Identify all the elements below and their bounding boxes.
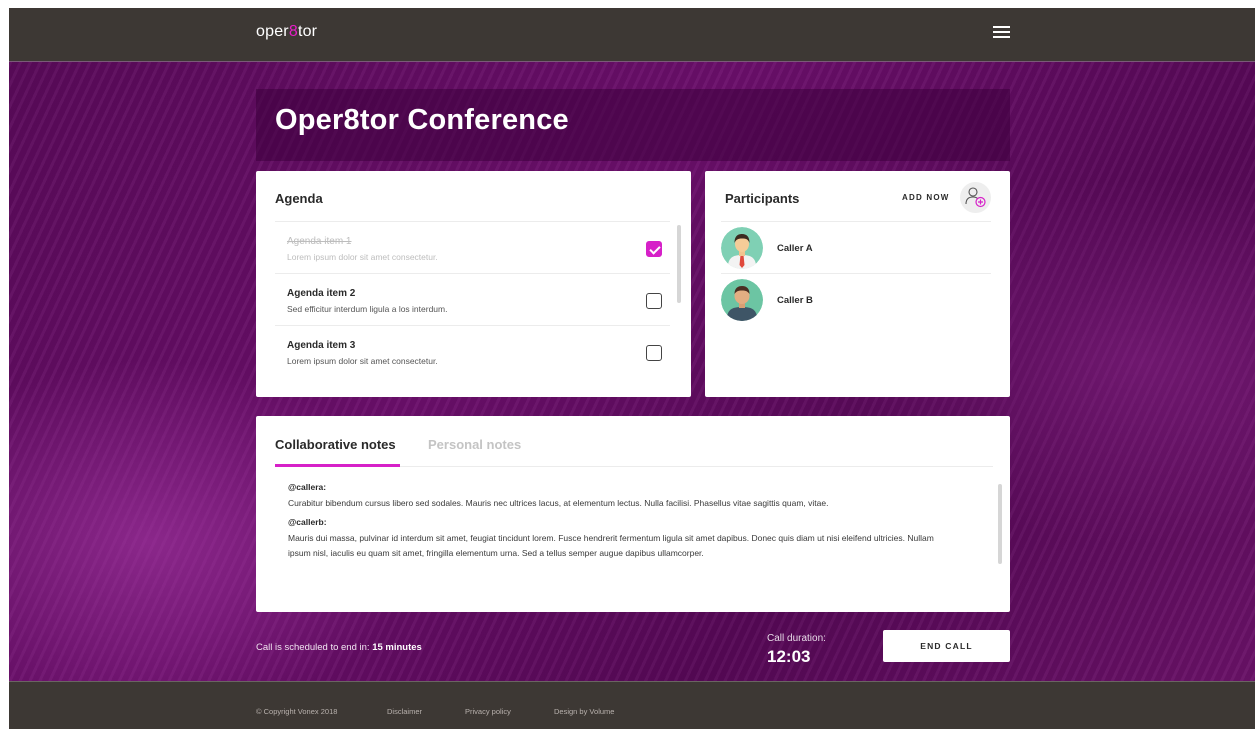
footer-design-link[interactable]: Design by Volume bbox=[554, 707, 614, 716]
agenda-list: Agenda item 1 Lorem ipsum dolor sit amet… bbox=[275, 221, 670, 377]
participant-name: Caller A bbox=[777, 243, 813, 254]
call-duration-value: 12:03 bbox=[767, 647, 811, 666]
brand-suffix: tor bbox=[297, 23, 318, 40]
brand-highlight: 8 bbox=[288, 23, 298, 40]
hamburger-menu-icon[interactable] bbox=[993, 26, 1010, 39]
agenda-scrollbar[interactable] bbox=[677, 225, 681, 303]
notes-body[interactable]: @callera: Curabitur bibendum cursus libe… bbox=[288, 480, 953, 566]
schedule-value: 15 minutes bbox=[372, 642, 422, 653]
schedule-label: Call is scheduled to end in: bbox=[256, 642, 370, 653]
add-user-icon[interactable] bbox=[960, 182, 991, 213]
participants-title: Participants bbox=[725, 191, 800, 206]
agenda-item-title: Agenda item 2 bbox=[287, 288, 356, 299]
agenda-item: Agenda item 2 Sed efficitur interdum lig… bbox=[275, 273, 670, 325]
top-bar: oper8tor bbox=[9, 8, 1255, 61]
agenda-title: Agenda bbox=[275, 191, 323, 206]
brand-prefix: oper bbox=[256, 23, 289, 40]
agenda-item-title: Agenda item 1 bbox=[287, 236, 352, 247]
agenda-card: Agenda Agenda item 1 Lorem ipsum dolor s… bbox=[256, 171, 691, 397]
tab-collaborative-notes[interactable]: Collaborative notes bbox=[275, 437, 396, 452]
note-text: Mauris dui massa, pulvinar id interdum s… bbox=[288, 532, 934, 559]
agenda-item-description: Lorem ipsum dolor sit amet consectetur. bbox=[287, 252, 438, 262]
tab-personal-notes[interactable]: Personal notes bbox=[428, 437, 521, 452]
footer-disclaimer-link[interactable]: Disclaimer bbox=[387, 707, 422, 716]
participant-name: Caller B bbox=[777, 295, 813, 306]
notes-scrollbar[interactable] bbox=[998, 484, 1002, 564]
agenda-item-checkbox[interactable] bbox=[646, 293, 662, 309]
call-duration-label: Call duration: bbox=[767, 633, 826, 644]
notes-tabs: Collaborative notes Personal notes bbox=[275, 434, 993, 467]
agenda-item-description: Sed efficitur interdum ligula a los inte… bbox=[287, 304, 448, 314]
conference-area: Oper8tor Conference Agenda Agenda item 1… bbox=[9, 61, 1255, 681]
agenda-item-description: Lorem ipsum dolor sit amet consectetur. bbox=[287, 356, 438, 366]
agenda-item-title: Agenda item 3 bbox=[287, 340, 356, 351]
agenda-item-checkbox[interactable] bbox=[646, 345, 662, 361]
note-author: @callera: bbox=[288, 482, 327, 492]
add-now-button[interactable]: ADD NOW bbox=[902, 193, 950, 202]
brand-logo[interactable]: oper8tor bbox=[256, 23, 317, 41]
participant-row[interactable]: Caller B bbox=[721, 273, 991, 325]
participant-list: Caller A Caller B bbox=[721, 221, 991, 325]
note-text: Curabitur bibendum cursus libero sed sod… bbox=[288, 497, 829, 508]
footer-copyright: © Copyright Vonex 2018 bbox=[256, 707, 338, 716]
page-title: Oper8tor Conference bbox=[275, 104, 569, 136]
call-schedule: Call is scheduled to end in: 15 minutes bbox=[256, 642, 422, 653]
agenda-item: Agenda item 1 Lorem ipsum dolor sit amet… bbox=[275, 221, 670, 273]
participants-card: Participants ADD NOW Caller A Caller B bbox=[705, 171, 1010, 397]
active-tab-indicator bbox=[275, 464, 400, 467]
notes-card: Collaborative notes Personal notes @call… bbox=[256, 416, 1010, 612]
participant-row[interactable]: Caller A bbox=[721, 221, 991, 273]
agenda-item: Agenda item 3 Lorem ipsum dolor sit amet… bbox=[275, 325, 670, 377]
note-author: @callerb: bbox=[288, 517, 327, 527]
footer-privacy-link[interactable]: Privacy policy bbox=[465, 707, 511, 716]
male-avatar-icon bbox=[721, 279, 763, 321]
agenda-item-checkbox[interactable] bbox=[646, 241, 662, 257]
end-call-button[interactable]: END CALL bbox=[883, 630, 1010, 662]
male-avatar-icon bbox=[721, 227, 763, 269]
footer: © Copyright Vonex 2018 Disclaimer Privac… bbox=[9, 681, 1255, 729]
app-frame: oper8tor Oper8tor Conference Agenda Agen… bbox=[9, 8, 1255, 729]
